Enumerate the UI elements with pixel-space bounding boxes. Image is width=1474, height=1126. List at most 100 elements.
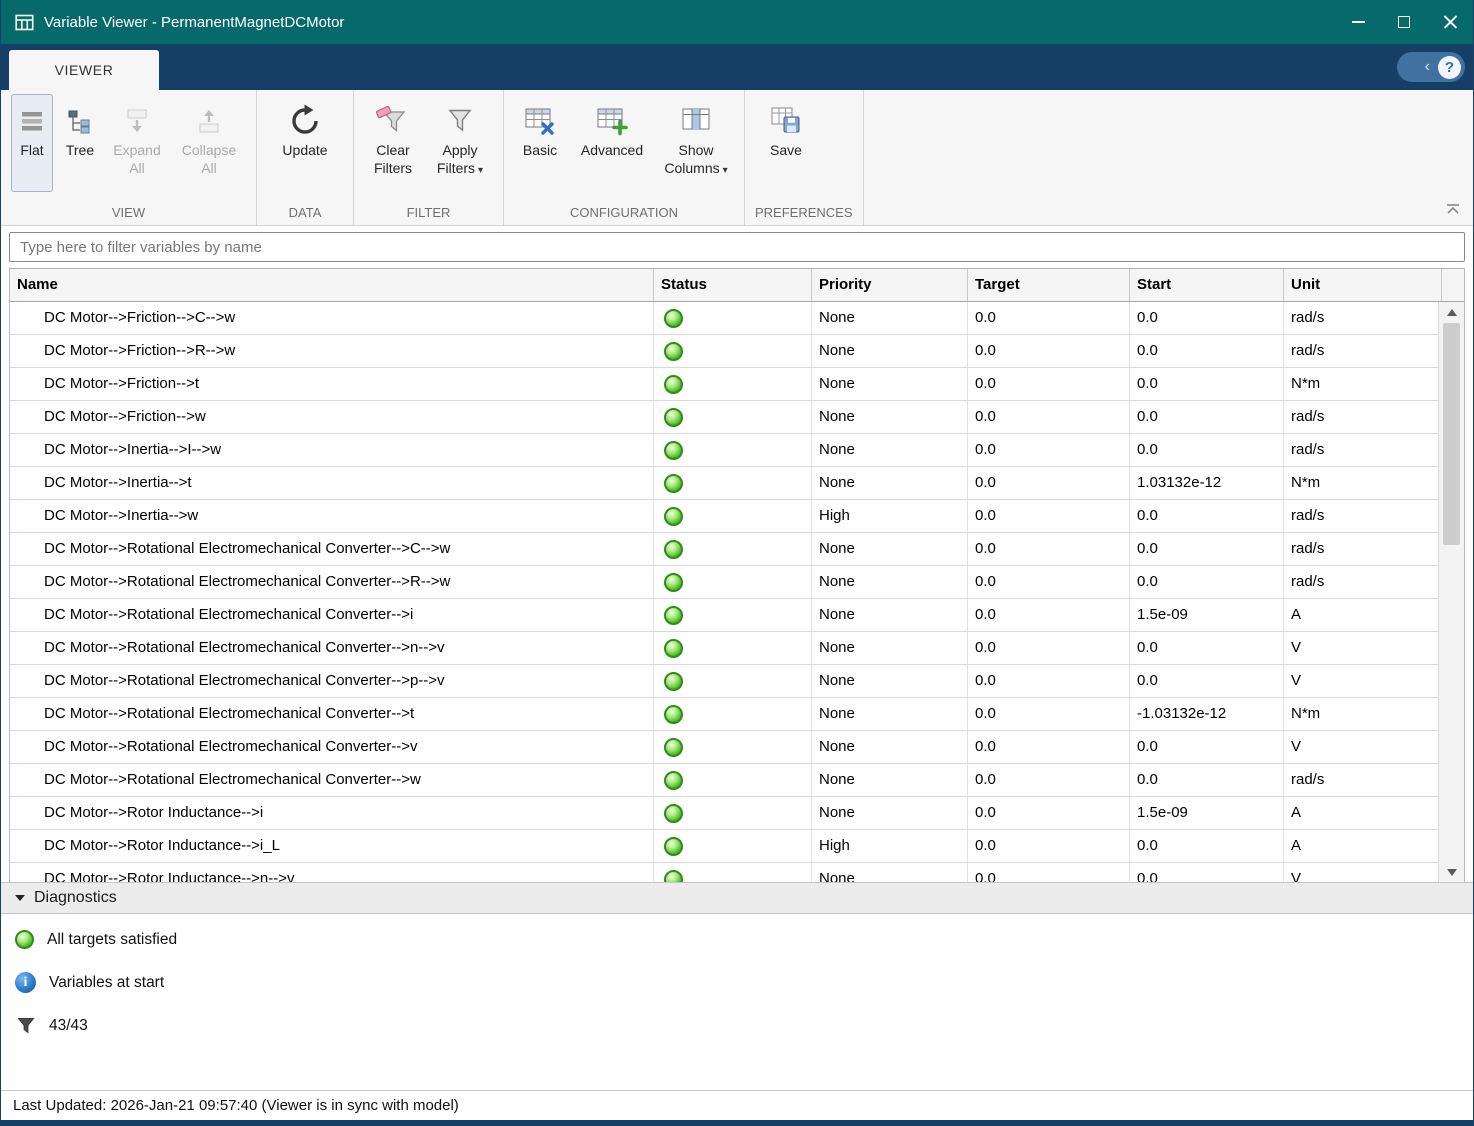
- table-row[interactable]: DC Motor-->Inertia-->I-->w None 0.0 0.0 …: [10, 434, 1442, 467]
- status-cell: [654, 863, 812, 882]
- unit-cell: rad/s: [1284, 401, 1442, 433]
- status-cell: [654, 467, 812, 499]
- minimize-toolstrip-button[interactable]: [1443, 201, 1463, 217]
- window-bottom-edge: [1, 1120, 1473, 1126]
- table-row[interactable]: DC Motor-->Rotational Electromechanical …: [10, 566, 1442, 599]
- minimize-icon: [1352, 21, 1365, 23]
- status-cell: [654, 500, 812, 532]
- status-ok-icon: [664, 573, 683, 592]
- start-cell: 0.0: [1130, 731, 1284, 763]
- diagnostics-header[interactable]: Diagnostics: [1, 882, 1473, 914]
- collapse-arrow-icon: [15, 895, 25, 901]
- variable-name-cell: DC Motor-->Rotor Inductance-->i: [10, 797, 654, 829]
- tree-button[interactable]: Tree: [58, 94, 102, 192]
- target-cell: 0.0: [968, 401, 1130, 433]
- variable-name-cell: DC Motor-->Rotational Electromechanical …: [10, 665, 654, 697]
- clear-filters-button[interactable]: Clear Filters: [364, 94, 422, 192]
- expand-all-label: Expand All: [113, 142, 160, 176]
- status-cell: [654, 665, 812, 697]
- collapse-all-button[interactable]: Collapse All: [172, 94, 246, 192]
- apply-filters-button[interactable]: Apply Filters▾: [427, 94, 493, 192]
- column-header-name[interactable]: Name: [10, 269, 654, 301]
- table-row[interactable]: DC Motor-->Rotational Electromechanical …: [10, 533, 1442, 566]
- scrollbar-thumb[interactable]: [1443, 323, 1460, 545]
- table-row[interactable]: DC Motor-->Rotor Inductance-->i None 0.0…: [10, 797, 1442, 830]
- column-header-unit[interactable]: Unit: [1284, 269, 1442, 301]
- start-cell: 0.0: [1130, 665, 1284, 697]
- column-header-start[interactable]: Start: [1130, 269, 1284, 301]
- save-button[interactable]: Save: [755, 94, 817, 192]
- variable-name-cell: DC Motor-->Inertia-->I-->w: [10, 434, 654, 466]
- expand-all-button[interactable]: Expand All: [107, 94, 167, 192]
- table-header: Name Status Priority Target Start Unit: [10, 268, 1464, 302]
- table-row[interactable]: DC Motor-->Friction-->C-->w None 0.0 0.0…: [10, 302, 1442, 335]
- variable-name-cell: DC Motor-->Rotational Electromechanical …: [10, 599, 654, 631]
- basic-table-icon: [523, 100, 557, 142]
- table-row[interactable]: DC Motor-->Rotational Electromechanical …: [10, 632, 1442, 665]
- advanced-button[interactable]: Advanced: [571, 94, 653, 192]
- table-row[interactable]: DC Motor-->Inertia-->t None 0.0 1.03132e…: [10, 467, 1442, 500]
- triangle-up-icon: [1447, 309, 1457, 316]
- status-cell: [654, 764, 812, 796]
- table-row[interactable]: DC Motor-->Inertia-->w High 0.0 0.0 rad/…: [10, 500, 1442, 533]
- status-bar: Last Updated: 2026-Jan-21 09:57:40 (View…: [1, 1090, 1473, 1120]
- close-button[interactable]: [1427, 0, 1473, 44]
- tab-viewer[interactable]: VIEWER: [9, 50, 159, 90]
- minimize-button[interactable]: [1335, 0, 1381, 44]
- section-label-preferences: PREFERENCES: [755, 203, 853, 225]
- status-ok-icon: [664, 837, 683, 856]
- tree-label: Tree: [66, 142, 94, 158]
- window-title: Variable Viewer - PermanentMagnetDCMotor: [44, 14, 344, 31]
- diagnostic-text: All targets satisfied: [47, 931, 177, 949]
- help-button[interactable]: ‹ ?: [1397, 52, 1465, 82]
- priority-cell: None: [812, 764, 968, 796]
- table-row[interactable]: DC Motor-->Rotor Inductance-->i_L High 0…: [10, 830, 1442, 863]
- flat-button[interactable]: Flat: [11, 94, 53, 192]
- status-ok-icon: [664, 804, 683, 823]
- show-columns-button[interactable]: Show Columns▾: [658, 94, 734, 192]
- table-row[interactable]: DC Motor-->Rotational Electromechanical …: [10, 731, 1442, 764]
- start-cell: -1.03132e-12: [1130, 698, 1284, 730]
- column-header-status[interactable]: Status: [654, 269, 812, 301]
- refresh-icon: [287, 100, 323, 142]
- tabstrip: VIEWER ‹ ?: [1, 44, 1473, 90]
- vertical-scrollbar[interactable]: [1438, 302, 1464, 882]
- priority-cell: None: [812, 797, 968, 829]
- priority-cell: None: [812, 632, 968, 664]
- target-cell: 0.0: [968, 863, 1130, 882]
- maximize-icon: [1398, 16, 1410, 28]
- chevron-left-icon: ‹: [1425, 59, 1430, 75]
- table-row[interactable]: DC Motor-->Friction-->w None 0.0 0.0 rad…: [10, 401, 1442, 434]
- status-ok-icon: [664, 342, 683, 361]
- unit-cell: rad/s: [1284, 566, 1442, 598]
- table-row[interactable]: DC Motor-->Rotational Electromechanical …: [10, 665, 1442, 698]
- table-row[interactable]: DC Motor-->Rotor Inductance-->n-->v None…: [10, 863, 1442, 882]
- status-ok-icon: [664, 705, 683, 724]
- table-row[interactable]: DC Motor-->Friction-->R-->w None 0.0 0.0…: [10, 335, 1442, 368]
- close-icon: [1443, 15, 1458, 30]
- target-cell: 0.0: [968, 335, 1130, 367]
- table-row[interactable]: DC Motor-->Rotational Electromechanical …: [10, 599, 1442, 632]
- update-button[interactable]: Update: [267, 94, 343, 192]
- maximize-button[interactable]: [1381, 0, 1427, 44]
- filter-bar: [1, 226, 1473, 268]
- scroll-down-button[interactable]: [1439, 862, 1464, 882]
- scroll-up-button[interactable]: [1439, 302, 1464, 322]
- table-row[interactable]: DC Motor-->Rotational Electromechanical …: [10, 764, 1442, 797]
- unit-cell: rad/s: [1284, 335, 1442, 367]
- table-row[interactable]: DC Motor-->Rotational Electromechanical …: [10, 698, 1442, 731]
- unit-cell: A: [1284, 797, 1442, 829]
- status-cell: [654, 302, 812, 334]
- diagnostic-text: Variables at start: [49, 974, 164, 992]
- status-cell: [654, 401, 812, 433]
- status-ok-icon: [664, 672, 683, 691]
- priority-cell: None: [812, 434, 968, 466]
- status-cell: [654, 797, 812, 829]
- filter-variables-input[interactable]: [9, 232, 1465, 262]
- column-header-target[interactable]: Target: [968, 269, 1130, 301]
- table-row[interactable]: DC Motor-->Friction-->t None 0.0 0.0 N*m: [10, 368, 1442, 401]
- status-cell: [654, 632, 812, 664]
- basic-button[interactable]: Basic: [514, 94, 566, 192]
- basic-label: Basic: [523, 142, 557, 158]
- column-header-priority[interactable]: Priority: [812, 269, 968, 301]
